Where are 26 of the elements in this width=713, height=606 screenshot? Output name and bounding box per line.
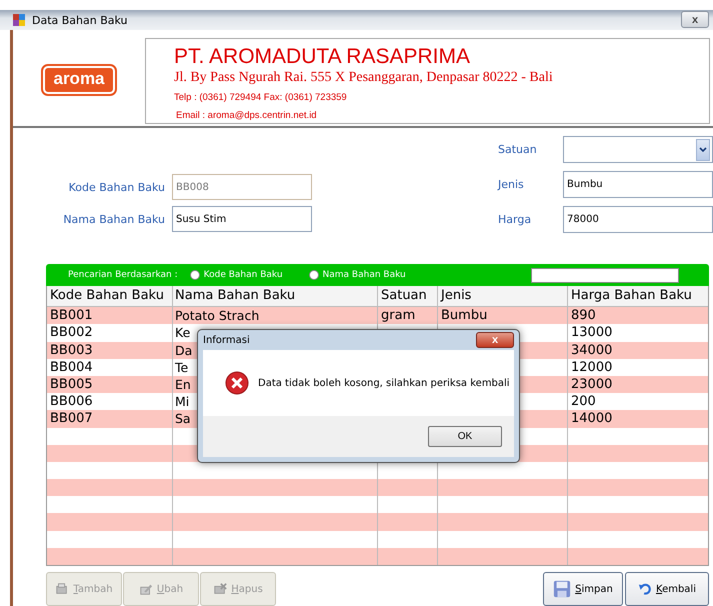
search-label: Pencarian Berdasarkan : xyxy=(68,270,178,280)
company-name: PT. AROMADUTA RASAPRIMA xyxy=(174,45,471,69)
table-cell: BB007 xyxy=(47,410,173,428)
field-label: Nama Bahan Baku xyxy=(62,212,166,226)
table-cell-text: 890 xyxy=(570,307,597,324)
table-cell-text: 12000 xyxy=(570,358,614,376)
field-label: Jenis xyxy=(498,178,525,191)
table-cell: BB001 xyxy=(47,307,173,324)
logo: aroma xyxy=(43,66,115,94)
table-cell-text: 200 xyxy=(570,393,597,410)
company-email: Email : aroma@dps.centrin.net.id xyxy=(176,109,318,123)
window-title: Data Bahan Baku xyxy=(32,14,128,26)
table-cell: BB003 xyxy=(47,342,173,359)
table-cell: Bumbu xyxy=(438,307,568,324)
table-cell-text: 13000 xyxy=(570,324,614,342)
table-cell-text: 34000 xyxy=(570,342,614,359)
table-cell: BB005 xyxy=(47,376,173,394)
table-cell: Potato Strach xyxy=(173,307,378,324)
table-cell-text: 23000 xyxy=(570,376,614,394)
field-label: Satuan xyxy=(498,143,538,156)
company-address: Jl. By Pass Ngurah Rai. 555 X Pesanggaran, Denpasar 80222 - Bali xyxy=(174,69,554,87)
field-label: Kode Bahan Baku xyxy=(68,180,166,194)
table-cell: gram xyxy=(378,307,438,324)
table-cell-text: 14000 xyxy=(570,410,614,428)
field-label: Harga xyxy=(498,213,532,226)
company-phone: Telp : (0361) 729494 Fax: (0361) 723359 xyxy=(174,91,348,105)
